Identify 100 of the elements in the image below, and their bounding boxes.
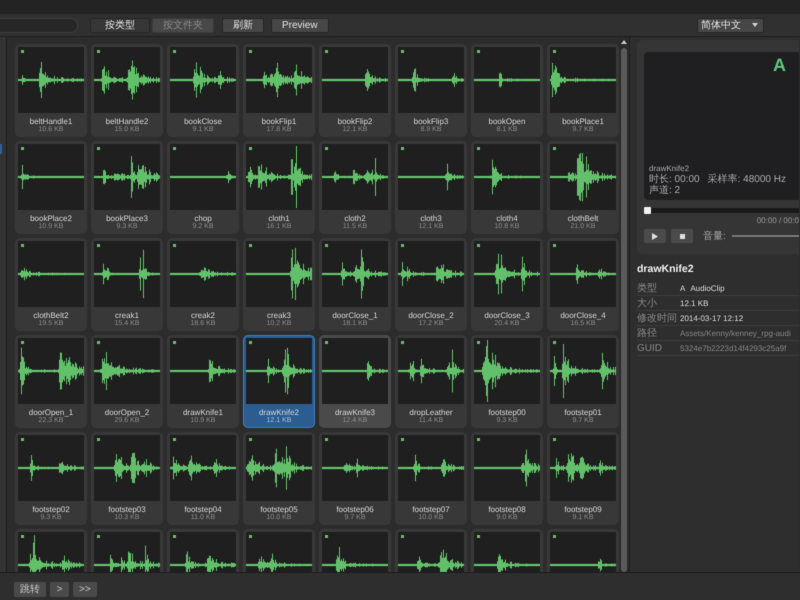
property-label: 路径	[637, 327, 658, 340]
clip-name: creak3	[266, 311, 292, 320]
waveform-drawing	[246, 241, 312, 307]
waveform-drawing	[474, 144, 540, 210]
caret-icon	[752, 23, 758, 27]
scrollbar[interactable]	[619, 37, 628, 572]
waveform-drawing	[398, 435, 464, 501]
waveform-drawing	[94, 47, 160, 113]
clip-name: footstep07	[411, 505, 451, 514]
waveform-drawing	[322, 338, 388, 404]
waveform-drawing	[474, 241, 540, 307]
clip-name: bookOpen	[488, 117, 526, 126]
clip-name: clothBelt	[566, 214, 600, 223]
property-value: 2014-03-17 12:12	[680, 314, 744, 322]
clip-card[interactable]	[471, 529, 543, 572]
clip-name: beltHandle1	[28, 117, 74, 126]
clip-name: cloth1	[267, 214, 291, 223]
clip-name: footstep05	[259, 505, 299, 514]
property-value: 5324e7b2223d14f4293c25a9f	[680, 344, 786, 352]
volume-label: 音量:	[703, 230, 726, 243]
seek-slider[interactable]	[644, 208, 799, 213]
waveform-drawing	[170, 47, 236, 113]
pager-button[interactable]: >	[50, 582, 69, 597]
audio-type-label: A	[773, 55, 786, 75]
clip-name: footstep03	[107, 505, 147, 514]
clip-name: doorClose_2	[407, 311, 455, 320]
waveform-drawing	[398, 241, 464, 307]
clip-name: cloth3	[419, 214, 443, 223]
waveform-drawing	[170, 338, 236, 404]
property-label: 修改时间	[637, 312, 678, 325]
waveform-drawing	[550, 241, 616, 307]
playback-time: 00:00 / 00:0	[756, 216, 799, 225]
waveform-drawing	[322, 241, 388, 307]
stop-icon	[680, 234, 684, 238]
clip-name: doorClose_3	[483, 311, 531, 320]
clip-info-text: 声道: 2	[649, 185, 680, 196]
clip-name: footstep01	[563, 408, 603, 417]
toolbar-button[interactable]: 刷新	[222, 18, 264, 32]
property-value: Assets/Kenny/kenney_rpg-audi	[680, 328, 791, 338]
clip-card[interactable]	[91, 529, 163, 572]
clip-name: creak1	[114, 311, 140, 320]
clip-card[interactable]	[395, 529, 467, 572]
clip-name: chop	[193, 214, 213, 223]
clip-name: doorOpen_2	[104, 408, 150, 417]
clip-name: drawKnife2	[258, 408, 300, 417]
clip-name: drawKnife1	[182, 408, 224, 417]
waveform-drawing	[170, 435, 236, 501]
waveform-drawing	[18, 435, 84, 501]
clip-name: bookPlace2	[29, 214, 73, 223]
clip-name: doorClose_4	[559, 311, 607, 320]
clip-name: cloth2	[343, 214, 367, 223]
scrollbar-thumb[interactable]	[620, 48, 626, 572]
view-toggle-button[interactable]: 按类型	[90, 18, 150, 32]
waveform-drawing	[94, 338, 160, 404]
asset-type-letter: A	[680, 284, 686, 292]
toolbar-button[interactable]: Preview	[271, 18, 329, 32]
slider-thumb[interactable]	[644, 207, 651, 214]
waveform-drawing	[550, 144, 616, 210]
property-label: 大小	[637, 296, 658, 310]
stop-button[interactable]	[671, 229, 693, 243]
property-value: 12.1 KB	[680, 298, 708, 308]
clip-card[interactable]	[167, 529, 239, 572]
clip-name: footstep09	[563, 505, 603, 514]
clip-card[interactable]	[15, 529, 87, 572]
waveform-drawing	[170, 241, 236, 307]
waveform-drawing	[170, 144, 236, 210]
clip-card[interactable]	[243, 529, 315, 572]
clip-name: doorOpen_1	[28, 408, 74, 417]
clip-name: beltHandle2	[104, 117, 150, 126]
waveform-drawing	[322, 47, 388, 113]
waveform-drawing	[94, 241, 160, 307]
pager-button[interactable]: 跳转	[14, 582, 46, 597]
waveform-drawing	[94, 435, 160, 501]
clip-name: bookPlace3	[105, 214, 149, 223]
waveform-drawing	[398, 144, 464, 210]
clip-info-text: 采样率: 48000 Hz	[708, 174, 786, 185]
waveform-drawing	[246, 435, 312, 501]
clip-name: footstep08	[487, 505, 527, 514]
property-label: 类型	[637, 282, 658, 295]
clip-card[interactable]	[319, 529, 391, 572]
details-title: drawKnife2	[637, 263, 695, 275]
clip-name: footstep00	[487, 408, 527, 417]
waveform-drawing	[474, 47, 540, 113]
waveform-drawing	[246, 338, 312, 404]
clip-info-text: 时长: 00:00	[649, 174, 700, 185]
property-value: AudioClip	[690, 284, 725, 292]
pager-button[interactable]: >>	[73, 582, 97, 597]
clip-name: bookFlip3	[412, 117, 450, 126]
clip-name: dropLeather	[408, 408, 454, 417]
waveform-drawing	[246, 144, 312, 210]
clip-card[interactable]	[547, 529, 619, 572]
language-dropdown[interactable]: 简体中文	[697, 18, 764, 32]
clip-name: footstep06	[335, 505, 375, 514]
clip-name: drawKnife3	[334, 408, 376, 417]
play-button[interactable]	[644, 229, 666, 243]
up-arrow-icon[interactable]	[620, 40, 626, 44]
clip-name: footstep02	[31, 505, 71, 514]
clip-name: doorClose_1	[331, 311, 379, 320]
play-icon	[652, 232, 658, 240]
waveform-drawing	[322, 435, 388, 501]
